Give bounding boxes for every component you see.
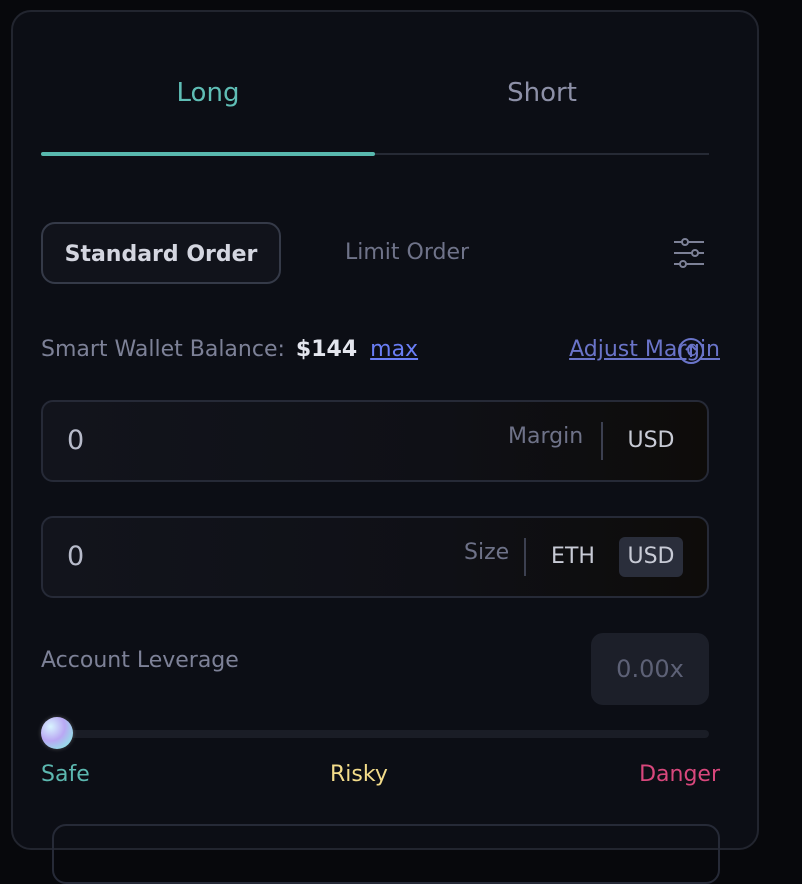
position-tabs: Long Short	[41, 60, 709, 160]
margin-divider	[601, 422, 603, 460]
wallet-balance-row: Smart Wallet Balance: $144 max	[41, 334, 418, 366]
margin-label: Margin	[508, 424, 584, 449]
risk-label-safe: Safe	[41, 762, 90, 787]
leverage-value-input[interactable]: 0.00x	[591, 633, 709, 705]
size-input-field[interactable]: 0 Size ETH USD	[41, 516, 709, 598]
risk-label-risky: Risky	[330, 762, 388, 787]
margin-value[interactable]: 0	[67, 402, 84, 480]
margin-input-field[interactable]: 0 Margin USD	[41, 400, 709, 482]
next-section-box	[52, 824, 720, 884]
risk-label-danger: Danger	[639, 762, 720, 787]
tab-long[interactable]: Long	[41, 78, 375, 108]
size-label: Size	[464, 540, 510, 565]
wallet-balance-amount: $144	[295, 337, 358, 362]
wallet-balance-label: Smart Wallet Balance:	[41, 337, 285, 362]
leverage-slider-track[interactable]	[41, 730, 709, 738]
tab-short[interactable]: Short	[375, 78, 709, 108]
margin-unit-usd[interactable]: USD	[619, 421, 683, 461]
size-divider	[524, 538, 526, 576]
arrow-up-circle-icon[interactable]	[676, 336, 706, 366]
size-value[interactable]: 0	[67, 518, 84, 596]
tab-active-indicator	[41, 152, 375, 156]
size-unit-eth[interactable]: ETH	[543, 537, 603, 577]
standard-order-button[interactable]: Standard Order	[41, 222, 281, 284]
max-link[interactable]: max	[370, 337, 418, 362]
account-leverage-label: Account Leverage	[41, 648, 239, 673]
sliders-icon[interactable]	[672, 236, 706, 270]
leverage-slider-thumb[interactable]	[41, 717, 73, 749]
size-unit-usd[interactable]: USD	[619, 537, 683, 577]
limit-order-button[interactable]: Limit Order	[345, 222, 485, 284]
